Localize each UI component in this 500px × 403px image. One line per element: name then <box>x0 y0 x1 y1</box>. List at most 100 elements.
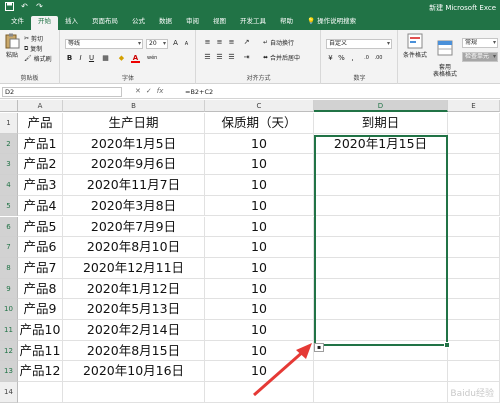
cell-a9[interactable]: 产品8 <box>18 278 63 300</box>
redo-icon[interactable]: ↷ <box>34 2 45 13</box>
font-name-dropdown[interactable]: 等线 <box>65 39 143 49</box>
cell-a4[interactable]: 产品3 <box>18 175 63 196</box>
cell-c13[interactable]: 10 <box>205 361 314 383</box>
grow-font-button[interactable]: A <box>171 39 180 48</box>
cell-e11[interactable] <box>448 320 500 341</box>
cell-b9[interactable]: 2020年1月12日 <box>63 278 205 300</box>
cell-e12[interactable] <box>448 340 500 362</box>
cell-b5[interactable]: 2020年3月8日 <box>63 195 205 217</box>
cell-a6[interactable]: 产品5 <box>18 216 63 238</box>
orientation-icon[interactable]: ↗ <box>242 38 251 47</box>
cell-c2[interactable]: 10 <box>205 133 314 155</box>
cell-c11[interactable]: 10 <box>205 320 314 341</box>
wrap-text-button[interactable]: ↵ 自动换行 <box>263 38 294 47</box>
merge-center-button[interactable]: ⬌ 合并后居中 <box>263 53 300 62</box>
cell-d13[interactable] <box>314 361 448 383</box>
column-header-a[interactable]: A <box>18 100 63 112</box>
tell-me-search[interactable]: 💡 操作说明搜索 <box>300 16 363 30</box>
cell-b6[interactable]: 2020年7月9日 <box>63 216 205 238</box>
cell-b7[interactable]: 2020年8月10日 <box>63 237 205 258</box>
cell-b2[interactable]: 2020年1月5日 <box>63 133 205 155</box>
cell-b11[interactable]: 2020年2月14日 <box>63 320 205 341</box>
cell-a5[interactable]: 产品4 <box>18 195 63 217</box>
cell-c4[interactable]: 10 <box>205 175 314 196</box>
cell-a13[interactable]: 产品12 <box>18 361 63 383</box>
cell-e2[interactable] <box>448 133 500 155</box>
tab-page-layout[interactable]: 页面布局 <box>85 16 125 30</box>
cell-b10[interactable]: 2020年5月13日 <box>63 299 205 320</box>
column-header-c[interactable]: C <box>205 100 314 112</box>
percent-button[interactable]: % <box>337 54 346 63</box>
cell-d9[interactable] <box>314 278 448 300</box>
cell-c3[interactable]: 10 <box>205 154 314 176</box>
cell-b12[interactable]: 2020年8月15日 <box>63 340 205 362</box>
currency-icon[interactable]: ¥ <box>326 54 335 63</box>
cell-a3[interactable]: 产品2 <box>18 154 63 176</box>
font-color-icon[interactable]: A <box>131 54 140 63</box>
bold-button[interactable]: B <box>65 54 74 63</box>
cell-e7[interactable] <box>448 237 500 258</box>
cell-d5[interactable] <box>314 195 448 217</box>
italic-button[interactable]: I <box>76 54 85 63</box>
cell-e9[interactable] <box>448 278 500 300</box>
fx-icon[interactable]: fx <box>157 87 164 95</box>
cell-c5[interactable]: 10 <box>205 195 314 217</box>
cell-e10[interactable] <box>448 299 500 320</box>
increase-decimal-icon[interactable]: .0 <box>362 54 371 63</box>
phonetic-icon[interactable]: wén <box>147 54 157 63</box>
column-header-d[interactable]: D <box>314 100 448 112</box>
align-top-icon[interactable]: ≡ <box>203 38 212 47</box>
enter-icon[interactable]: ✓ <box>146 87 152 95</box>
align-middle-icon[interactable]: ≡ <box>215 38 224 47</box>
paste-button[interactable]: 粘贴 <box>3 33 21 59</box>
cell-c6[interactable]: 10 <box>205 216 314 238</box>
row-header-12[interactable]: 12 <box>0 340 18 362</box>
align-right-icon[interactable]: ☰ <box>227 53 236 62</box>
cell-c10[interactable]: 10 <box>205 299 314 320</box>
cell-b13[interactable]: 2020年10月16日 <box>63 361 205 383</box>
cell-b8[interactable]: 2020年12月11日 <box>63 257 205 279</box>
row-header-10[interactable]: 10 <box>0 299 18 320</box>
row-header-8[interactable]: 8 <box>0 257 18 279</box>
tab-file[interactable]: 文件 <box>4 16 31 30</box>
cell-c12[interactable]: 10 <box>205 340 314 362</box>
cell-e3[interactable] <box>448 154 500 176</box>
tab-developer[interactable]: 开发工具 <box>233 16 273 30</box>
column-header-b[interactable]: B <box>63 100 205 112</box>
cell-e4[interactable] <box>448 175 500 196</box>
decrease-decimal-icon[interactable]: .00 <box>374 54 383 63</box>
cell-d11[interactable] <box>314 320 448 341</box>
row-header-3[interactable]: 3 <box>0 154 18 176</box>
cell-c7[interactable]: 10 <box>205 237 314 258</box>
copy-button[interactable]: ⧉ 复制 <box>24 44 42 54</box>
cell-a10[interactable]: 产品9 <box>18 299 63 320</box>
cell-c14[interactable] <box>205 382 314 403</box>
cell-b4[interactable]: 2020年11月7日 <box>63 175 205 196</box>
cell-e8[interactable] <box>448 257 500 279</box>
tab-data[interactable]: 数据 <box>152 16 179 30</box>
undo-icon[interactable]: ↶ <box>19 2 30 13</box>
tab-home[interactable]: 开始 <box>31 16 58 30</box>
tab-formulas[interactable]: 公式 <box>125 16 152 30</box>
cell-b14[interactable] <box>63 382 205 403</box>
cell-d4[interactable] <box>314 175 448 196</box>
cell-c9[interactable]: 10 <box>205 278 314 300</box>
cell-a11[interactable]: 产品10 <box>18 320 63 341</box>
comma-button[interactable]: , <box>348 54 357 63</box>
align-bottom-icon[interactable]: ≡ <box>227 38 236 47</box>
formula-input[interactable]: =B2+C2 <box>185 88 213 96</box>
cell-d2[interactable]: 2020年1月15日 <box>314 133 448 155</box>
row-header-6[interactable]: 6 <box>0 216 18 238</box>
tab-view[interactable]: 视图 <box>206 16 233 30</box>
cell-e6[interactable] <box>448 216 500 238</box>
save-icon[interactable] <box>4 2 15 13</box>
row-header-9[interactable]: 9 <box>0 278 18 300</box>
underline-button[interactable]: U <box>87 54 96 63</box>
cell-d14[interactable] <box>314 382 448 403</box>
cell-d6[interactable] <box>314 216 448 238</box>
cancel-icon[interactable]: ✕ <box>135 87 141 95</box>
row-header-11[interactable]: 11 <box>0 320 18 341</box>
align-center-icon[interactable]: ☰ <box>215 53 224 62</box>
normal-style[interactable]: 常规 <box>462 38 498 48</box>
cell-c8[interactable]: 10 <box>205 257 314 279</box>
